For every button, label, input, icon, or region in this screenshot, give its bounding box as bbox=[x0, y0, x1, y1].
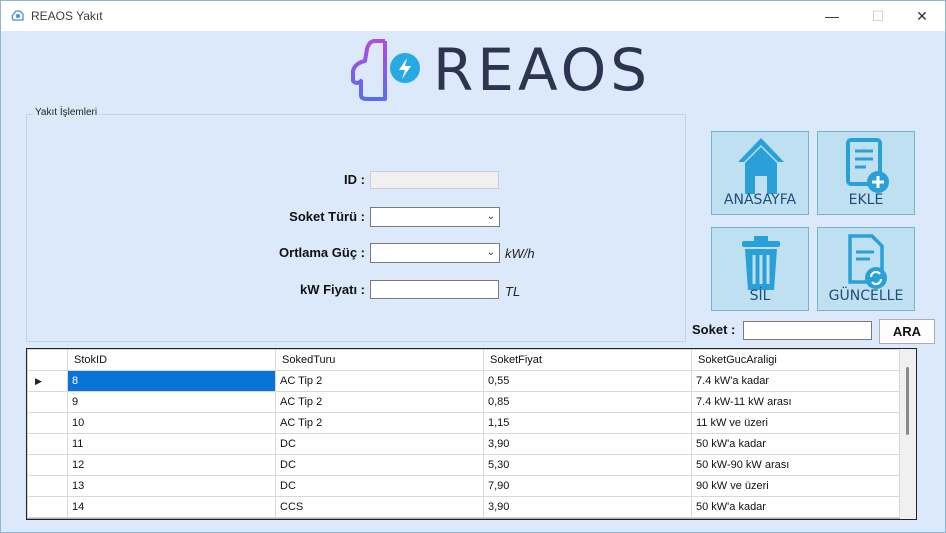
id-field[interactable] bbox=[370, 171, 499, 189]
cell-sokedturu[interactable]: DC bbox=[275, 433, 484, 455]
cell-stokid[interactable]: 13 bbox=[67, 475, 276, 497]
home-icon bbox=[738, 138, 784, 194]
column-header-soketgucaraligi[interactable]: SoketGucAraligi bbox=[691, 349, 900, 371]
cell-soketgucaraligi[interactable]: 50 kW'a kadar bbox=[691, 496, 900, 518]
add-button[interactable]: EKLE bbox=[817, 131, 915, 215]
add-document-icon bbox=[846, 138, 889, 193]
cell-soketgucaraligi[interactable]: 90 kW ve üzeri bbox=[691, 475, 900, 497]
cell-sokedturu[interactable]: DC bbox=[275, 475, 484, 497]
cell-soketgucaraligi[interactable]: 50 kW-90 kW arası bbox=[691, 454, 900, 476]
current-row-arrow-icon: ▶ bbox=[35, 376, 42, 386]
cell-soketfiyat[interactable]: 5,30 bbox=[483, 454, 692, 476]
cell-sokedturu[interactable]: CCS bbox=[275, 496, 484, 518]
table-row[interactable]: 14 CCS 3,90 50 kW'a kadar bbox=[27, 496, 900, 518]
row-header[interactable] bbox=[27, 475, 68, 497]
column-header-sokedturu[interactable]: SokedTuru bbox=[275, 349, 484, 371]
group-title: Yakıt İşlemleri bbox=[33, 107, 100, 118]
cell-soketfiyat[interactable]: 0,85 bbox=[483, 391, 692, 413]
average-power-select[interactable]: ⌄ bbox=[370, 243, 500, 263]
socket-type-select[interactable]: ⌄ bbox=[370, 207, 500, 227]
cell-soketfiyat[interactable]: 0,55 bbox=[483, 370, 692, 392]
delete-button-label: SİL bbox=[749, 288, 771, 304]
table-row[interactable]: ▶ 8 AC Tip 2 0,55 7.4 kW'a kadar bbox=[27, 370, 900, 392]
cell-soketfiyat[interactable]: 3,90 bbox=[483, 433, 692, 455]
delete-button[interactable]: SİL bbox=[711, 227, 809, 311]
column-header-stokid[interactable]: StokID bbox=[67, 349, 276, 371]
window-title: REAOS Yakıt bbox=[31, 9, 103, 23]
row-header-corner[interactable] bbox=[27, 349, 68, 371]
cell-sokedturu[interactable]: AC Tip 2 bbox=[275, 370, 484, 392]
table-row[interactable]: 12 DC 5,30 50 kW-90 kW arası bbox=[27, 454, 900, 476]
scrollbar-thumb[interactable] bbox=[906, 367, 909, 435]
row-header[interactable] bbox=[27, 454, 68, 476]
cell-sokedturu[interactable]: DC bbox=[275, 454, 484, 476]
add-button-label: EKLE bbox=[848, 192, 884, 208]
home-button-label: ANASAYFA bbox=[723, 192, 797, 208]
column-header-soketfiyat[interactable]: SoketFiyat bbox=[483, 349, 692, 371]
cell-soketgucaraligi[interactable]: 50 kW'a kadar bbox=[691, 433, 900, 455]
search-label: Soket : bbox=[692, 322, 736, 337]
update-button-label: GÜNCELLE bbox=[828, 288, 904, 304]
average-power-label: Ortlama Güç : bbox=[279, 245, 365, 260]
cell-stokid[interactable]: 9 bbox=[67, 391, 276, 413]
row-header[interactable] bbox=[27, 433, 68, 455]
table-row[interactable]: 9 AC Tip 2 0,85 7.4 kW-11 kW arası bbox=[27, 391, 900, 413]
cell-soketfiyat[interactable]: 1,15 bbox=[483, 412, 692, 434]
kw-price-label: kW Fiyatı : bbox=[299, 282, 365, 297]
row-header[interactable] bbox=[27, 391, 68, 413]
home-button[interactable]: ANASAYFA bbox=[711, 131, 809, 215]
id-label: ID : bbox=[344, 172, 365, 187]
cell-stokid[interactable]: 12 bbox=[67, 454, 276, 476]
update-button[interactable]: GÜNCELLE bbox=[817, 227, 915, 311]
cell-soketfiyat[interactable]: 7,90 bbox=[483, 475, 692, 497]
grid-header-row: StokID SokedTuru SoketFiyat SoketGucAral… bbox=[27, 349, 900, 371]
kw-price-field[interactable] bbox=[370, 280, 499, 299]
socket-search-input[interactable] bbox=[743, 321, 872, 340]
chevron-down-icon: ⌄ bbox=[486, 247, 495, 258]
socket-type-label: Soket Türü : bbox=[289, 209, 365, 224]
grid-vertical-scrollbar[interactable] bbox=[900, 349, 916, 519]
maximize-button[interactable]: ☐ bbox=[855, 1, 901, 31]
row-header[interactable] bbox=[27, 496, 68, 518]
cell-stokid[interactable]: 10 bbox=[67, 412, 276, 434]
logo-text: REAOS bbox=[433, 36, 652, 104]
refresh-document-icon bbox=[848, 234, 887, 289]
app-window: REAOS Yakıt — ☐ ✕ REAOS Yakıt İşlemleri … bbox=[0, 0, 946, 533]
cell-stokid[interactable]: 8 bbox=[67, 370, 276, 392]
table-row[interactable]: 10 AC Tip 2 1,15 11 kW ve üzeri bbox=[27, 412, 900, 434]
chevron-down-icon: ⌄ bbox=[486, 211, 495, 222]
cell-soketfiyat[interactable]: 3,90 bbox=[483, 496, 692, 518]
cell-soketgucaraligi[interactable]: 7.4 kW'a kadar bbox=[691, 370, 900, 392]
average-power-unit: kW/h bbox=[505, 246, 535, 261]
fuel-operations-group bbox=[26, 114, 686, 342]
trash-icon bbox=[742, 236, 780, 290]
close-button[interactable]: ✕ bbox=[899, 1, 945, 31]
grid-table: StokID SokedTuru SoketFiyat SoketGucAral… bbox=[27, 349, 900, 518]
cell-sokedturu[interactable]: AC Tip 2 bbox=[275, 412, 484, 434]
row-header[interactable] bbox=[27, 412, 68, 434]
cell-sokedturu[interactable]: AC Tip 2 bbox=[275, 391, 484, 413]
kw-price-unit: TL bbox=[505, 284, 521, 299]
table-row[interactable]: 13 DC 7,90 90 kW ve üzeri bbox=[27, 475, 900, 497]
cell-stokid[interactable]: 11 bbox=[67, 433, 276, 455]
socket-data-grid[interactable]: StokID SokedTuru SoketFiyat SoketGucAral… bbox=[26, 348, 917, 520]
row-header[interactable]: ▶ bbox=[27, 370, 68, 392]
app-icon bbox=[10, 8, 26, 24]
title-bar[interactable]: REAOS Yakıt — ☐ ✕ bbox=[1, 1, 945, 31]
search-button[interactable]: ARA bbox=[879, 319, 935, 344]
minimize-button[interactable]: — bbox=[809, 1, 855, 31]
table-row[interactable]: 11 DC 3,90 50 kW'a kadar bbox=[27, 433, 900, 455]
cell-stokid[interactable]: 14 bbox=[67, 496, 276, 518]
cell-soketgucaraligi[interactable]: 7.4 kW-11 kW arası bbox=[691, 391, 900, 413]
cell-soketgucaraligi[interactable]: 11 kW ve üzeri bbox=[691, 412, 900, 434]
